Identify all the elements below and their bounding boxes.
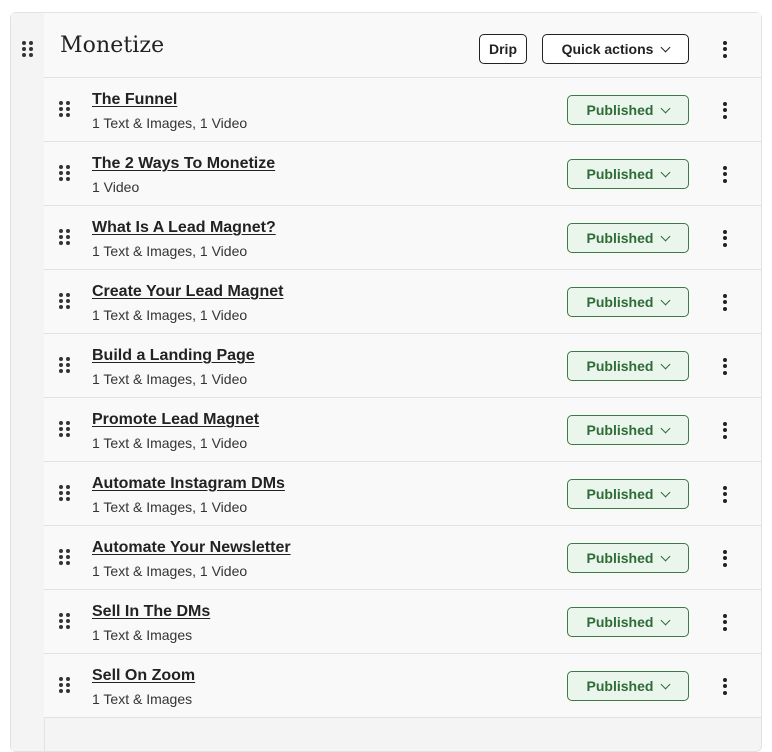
status-label: Published xyxy=(586,486,654,502)
status-dropdown[interactable]: Published xyxy=(567,607,689,637)
lesson-more-options-icon[interactable] xyxy=(715,610,735,634)
lesson-title-link[interactable]: Build a Landing Page xyxy=(92,347,255,365)
lesson-title-link[interactable]: The Funnel xyxy=(92,91,177,109)
lesson-row: The Funnel 1 Text & Images, 1 Video Publ… xyxy=(44,78,761,142)
status-dropdown[interactable]: Published xyxy=(567,351,689,381)
drag-handle-icon[interactable] xyxy=(59,101,70,117)
status-dropdown[interactable]: Published xyxy=(567,543,689,573)
status-label: Published xyxy=(586,678,654,694)
drag-handle-icon[interactable] xyxy=(59,613,70,629)
lesson-row: Sell On Zoom 1 Text & Images Published xyxy=(44,654,761,718)
chevron-down-icon xyxy=(661,615,671,625)
lesson-more-options-icon[interactable] xyxy=(715,546,735,570)
lesson-title-link[interactable]: Create Your Lead Magnet xyxy=(92,283,283,301)
status-dropdown[interactable]: Published xyxy=(567,479,689,509)
lesson-content-summary: 1 Text & Images, 1 Video xyxy=(92,243,248,259)
lesson-row: The 2 Ways To Monetize 1 Video Published xyxy=(44,142,761,206)
lesson-content-summary: 1 Video xyxy=(92,179,140,195)
lesson-row: Promote Lead Magnet 1 Text & Images, 1 V… xyxy=(44,398,761,462)
chevron-down-icon xyxy=(661,487,671,497)
drag-handle-icon[interactable] xyxy=(59,549,70,565)
drag-handle-icon[interactable] xyxy=(59,357,70,373)
chevron-down-icon xyxy=(661,231,671,241)
chevron-down-icon xyxy=(661,359,671,369)
lesson-more-options-icon[interactable] xyxy=(715,418,735,442)
lesson-title-link[interactable]: Automate Your Newsletter xyxy=(92,539,291,557)
lesson-title-link[interactable]: Automate Instagram DMs xyxy=(92,475,285,493)
lesson-row: Automate Your Newsletter 1 Text & Images… xyxy=(44,526,761,590)
lesson-row: Automate Instagram DMs 1 Text & Images, … xyxy=(44,462,761,526)
lesson-more-options-icon[interactable] xyxy=(715,354,735,378)
status-label: Published xyxy=(586,230,654,246)
status-label: Published xyxy=(586,294,654,310)
lesson-more-options-icon[interactable] xyxy=(715,290,735,314)
status-label: Published xyxy=(586,358,654,374)
drag-handle-icon[interactable] xyxy=(59,293,70,309)
lesson-title-link[interactable]: Sell On Zoom xyxy=(92,667,195,685)
status-label: Published xyxy=(586,166,654,182)
lesson-title-link[interactable]: What Is A Lead Magnet? xyxy=(92,219,276,237)
lesson-more-options-icon[interactable] xyxy=(715,482,735,506)
lesson-list: The Funnel 1 Text & Images, 1 Video Publ… xyxy=(44,78,761,718)
lesson-content-summary: 1 Text & Images, 1 Video xyxy=(92,563,248,579)
lesson-more-options-icon[interactable] xyxy=(715,226,735,250)
drag-handle-icon xyxy=(22,41,33,57)
lesson-content-summary: 1 Text & Images, 1 Video xyxy=(92,115,248,131)
status-dropdown[interactable]: Published xyxy=(567,223,689,253)
lesson-more-options-icon[interactable] xyxy=(715,98,735,122)
chevron-down-icon xyxy=(660,42,671,52)
status-dropdown[interactable]: Published xyxy=(567,671,689,701)
chevron-down-icon xyxy=(661,295,671,305)
lesson-content-summary: 1 Text & Images, 1 Video xyxy=(92,499,248,515)
lesson-row: Build a Landing Page 1 Text & Images, 1 … xyxy=(44,334,761,398)
quick-actions-button[interactable]: Quick actions xyxy=(542,34,689,64)
status-label: Published xyxy=(586,550,654,566)
drag-handle-icon[interactable] xyxy=(59,677,70,693)
drip-button[interactable]: Drip xyxy=(479,34,527,64)
quick-actions-label: Quick actions xyxy=(561,41,654,57)
section-drag-handle[interactable] xyxy=(11,13,45,751)
lesson-row: What Is A Lead Magnet? 1 Text & Images, … xyxy=(44,206,761,270)
section-title: Monetize xyxy=(60,33,165,58)
status-label: Published xyxy=(586,422,654,438)
chevron-down-icon xyxy=(661,423,671,433)
drag-handle-icon[interactable] xyxy=(59,485,70,501)
drag-handle-icon[interactable] xyxy=(59,165,70,181)
drag-handle-icon[interactable] xyxy=(59,229,70,245)
lesson-content-summary: 1 Text & Images, 1 Video xyxy=(92,371,248,387)
status-dropdown[interactable]: Published xyxy=(567,95,689,125)
module-section: Monetize Drip Quick actions The Funnel 1… xyxy=(10,12,762,752)
lesson-title-link[interactable]: Promote Lead Magnet xyxy=(92,411,259,429)
drag-handle-icon[interactable] xyxy=(59,421,70,437)
lesson-more-options-icon[interactable] xyxy=(715,674,735,698)
lesson-content-summary: 1 Text & Images, 1 Video xyxy=(92,435,248,451)
status-dropdown[interactable]: Published xyxy=(567,159,689,189)
section-more-options-icon[interactable] xyxy=(715,37,735,61)
status-dropdown[interactable]: Published xyxy=(567,287,689,317)
section-header: Monetize Drip Quick actions xyxy=(44,13,761,78)
lesson-title-link[interactable]: Sell In The DMs xyxy=(92,603,210,621)
status-label: Published xyxy=(586,102,654,118)
lesson-title-link[interactable]: The 2 Ways To Monetize xyxy=(92,155,275,173)
status-dropdown[interactable]: Published xyxy=(567,415,689,445)
section-body: Monetize Drip Quick actions The Funnel 1… xyxy=(44,13,761,718)
lesson-row: Sell In The DMs 1 Text & Images Publishe… xyxy=(44,590,761,654)
lesson-content-summary: 1 Text & Images, 1 Video xyxy=(92,307,248,323)
lesson-more-options-icon[interactable] xyxy=(715,162,735,186)
drip-button-label: Drip xyxy=(489,41,517,57)
status-label: Published xyxy=(586,614,654,630)
lesson-row: Create Your Lead Magnet 1 Text & Images,… xyxy=(44,270,761,334)
lesson-content-summary: 1 Text & Images xyxy=(92,691,193,707)
chevron-down-icon xyxy=(661,679,671,689)
chevron-down-icon xyxy=(661,167,671,177)
chevron-down-icon xyxy=(661,551,671,561)
lesson-content-summary: 1 Text & Images xyxy=(92,627,193,643)
chevron-down-icon xyxy=(661,103,671,113)
